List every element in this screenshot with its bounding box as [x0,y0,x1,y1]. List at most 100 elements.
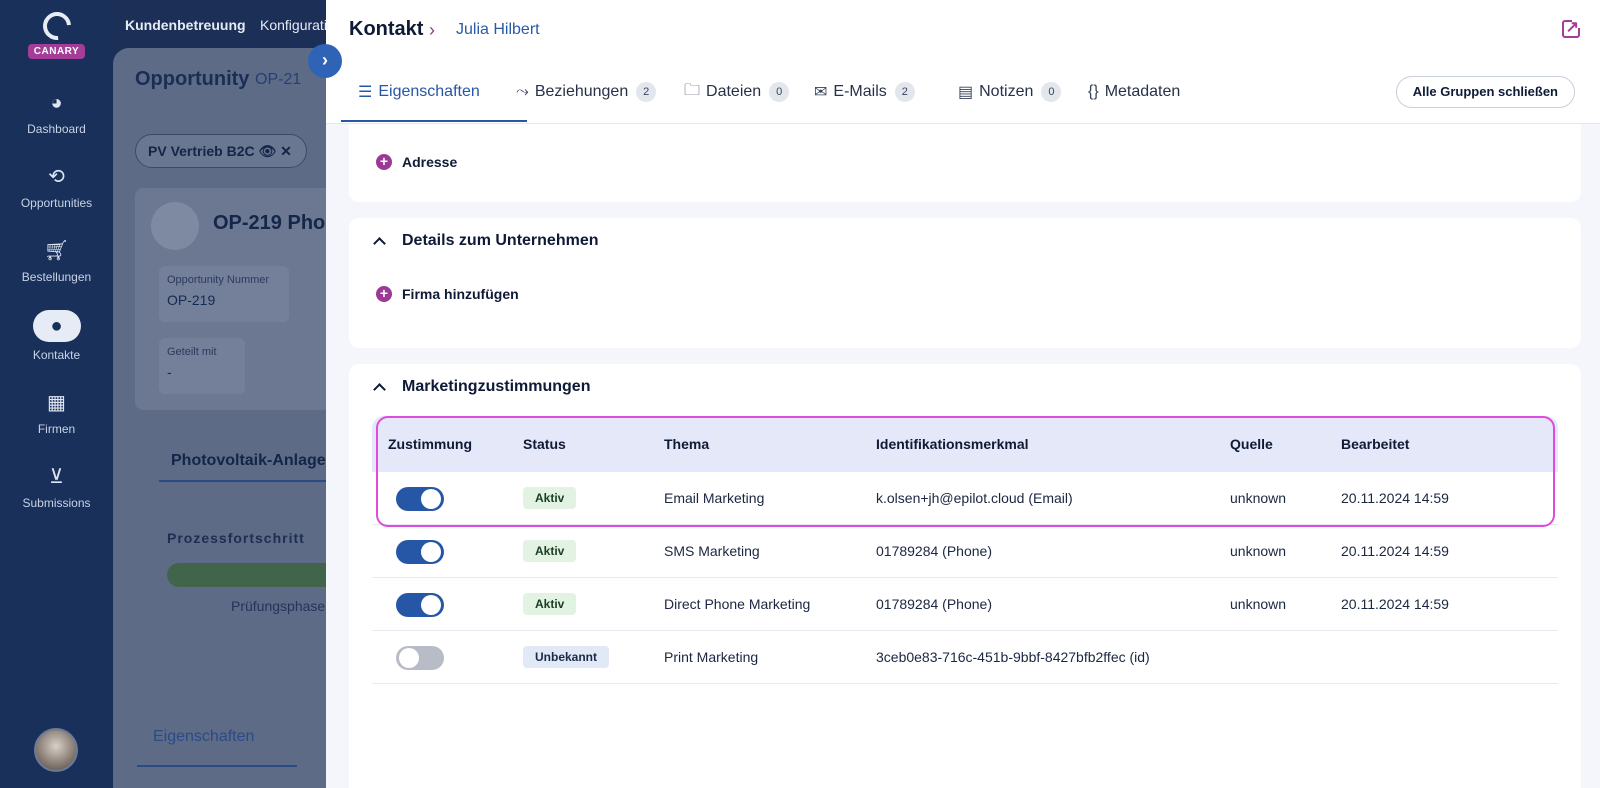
nav-item-bestellungen[interactable]: 🛒︎ Bestellungen [0,238,113,284]
column-header-quelle: Quelle [1230,436,1273,452]
chevron-up-icon [373,236,386,250]
plus-icon: + [376,286,392,302]
toggle-knob [421,595,441,615]
nav-item-kontakte[interactable]: ● Kontakte [0,310,113,362]
consents-table: Zustimmung Status Thema Identifikationsm… [372,416,1558,684]
note-icon: ▤ [958,84,974,101]
pipeline-chip[interactable]: PV Vertrieb B2C 👁︎ ✕ [135,134,307,168]
chevron-right-icon: › [429,20,435,40]
tab-count: 2 [636,82,657,102]
sync-icon: ⟲ [48,166,65,188]
topbar-link-kundenbetreuung[interactable]: Kundenbetreuung [125,17,246,33]
group-title: Marketingzustimmungen [402,378,591,395]
tab-notizen[interactable]: ▤ Notizen 0 [958,80,1062,104]
pie-chart-icon: ◕ [50,92,63,114]
identifier-cell: 01789284 (Phone) [876,543,992,559]
edited-cell: 20.11.2024 14:59 [1341,596,1449,612]
column-header-thema: Thema [664,436,710,452]
tab-beziehungen[interactable]: ⤳ Beziehungen 2 [516,80,657,104]
topbar-link-konfiguration[interactable]: Konfiguratio [260,17,335,33]
tab-label: Beziehungen [534,83,629,100]
consent-toggle[interactable] [396,646,444,670]
tab-metadaten[interactable]: {} Metadaten [1088,80,1180,104]
table-row: Aktiv Email Marketing k.olsen+jh@epilot.… [372,472,1558,525]
background-app: Kundenbetreuung Konfiguratio Opportunity… [113,0,395,788]
opportunity-title: OP-219 Pho [213,212,326,234]
table-row: Aktiv SMS Marketing 01789284 (Phone) unk… [372,525,1558,578]
brand[interactable]: CANARY [0,6,113,59]
nav-item-submissions[interactable]: ⊻ Submissions [0,464,113,510]
chevron-up-icon [373,382,386,396]
folder-icon: 🗀︎ [684,81,701,99]
inbox-icon: ⊻ [49,466,64,488]
active-tab-underline [341,120,527,122]
column-header-zustimmung: Zustimmung [388,436,472,452]
field-value: - [167,364,172,380]
drawer-tabs: ☰ Eigenschaften ⤳ Beziehungen 2 🗀︎ Datei… [326,60,1600,124]
process-phase: Prüfungsphase [231,598,326,614]
topic-cell: Print Marketing [664,649,759,665]
contact-name-link[interactable]: Julia Hilbert [456,21,540,39]
nav-item-label: Kontakte [32,348,81,362]
identifier-cell: 01789284 (Phone) [876,596,992,612]
consent-toggle[interactable] [396,540,444,564]
nav-item-opportunities[interactable]: ⟲ Opportunities [0,164,113,210]
collapse-drawer-button[interactable]: › [308,44,342,78]
contact-drawer: Kontakt › Julia Hilbert ↗ ☰ Eigenschafte… [326,0,1600,788]
marketing-consents-group: Marketingzustimmungen Zustimmung Status … [349,364,1581,788]
table-row: Aktiv Direct Phone Marketing 01789284 (P… [372,578,1558,631]
drawer-title: Kontakt [349,18,424,40]
tab-label: Notizen [979,83,1034,100]
list-icon: ☰ [358,84,373,101]
nav-item-dashboard[interactable]: ◕ Dashboard [0,90,113,136]
add-company-button[interactable]: + Firma hinzufügen [376,286,519,302]
eye-icon: 👁︎ [258,143,277,159]
drawer-header: Kontakt › Julia Hilbert ↗ [326,0,1600,60]
source-cell: unknown [1230,490,1287,506]
tab-underline [137,765,297,767]
identifier-cell: k.olsen+jh@epilot.cloud (Email) [876,490,1073,506]
nav-item-firmen[interactable]: ▦ Firmen [0,390,113,436]
building-icon: ▦ [47,392,66,414]
tab-eigenschaften-bg[interactable]: Eigenschaften [153,728,254,746]
status-badge: Aktiv [523,593,577,615]
tab-emails[interactable]: ✉︎ E-Mails 2 [814,80,915,104]
source-cell: unknown [1230,596,1287,612]
relations-icon: ⤳ [516,83,529,100]
topic-cell: Email Marketing [664,490,765,506]
add-address-button[interactable]: + Adresse [376,154,457,170]
table-header: Zustimmung Status Thema Identifikationsm… [372,416,1558,472]
tab-underline [159,480,343,482]
company-group: Details zum Unternehmen + Firma hinzufüg… [349,218,1581,348]
close-icon: ✕ [280,143,292,159]
topic-cell: Direct Phone Marketing [664,596,811,612]
mail-icon: ✉︎ [814,84,828,101]
consent-toggle[interactable] [396,487,444,511]
toggle-knob [421,489,441,509]
identifier-cell: 3ceb0e83-716c-451b-9bbf-8427bfb2ffec (id… [876,649,1150,665]
field-label: Opportunity Nummer [167,274,270,286]
status-badge: Aktiv [523,487,577,509]
tab-eigenschaften[interactable]: ☰ Eigenschaften [358,80,480,104]
close-all-groups-button[interactable]: Alle Gruppen schließen [1395,76,1575,108]
status-badge: Unbekannt [523,646,610,668]
tab-label: Eigenschaften [378,83,480,100]
topic-cell: SMS Marketing [664,543,760,559]
field-opportunity-number: Opportunity Nummer OP-219 [159,266,289,322]
chevron-right-icon: › [322,50,328,70]
nav-item-label: Opportunities [20,196,93,210]
company-group-header[interactable]: Details zum Unternehmen [369,232,598,250]
braces-icon: {} [1088,83,1099,100]
user-avatar[interactable] [34,728,78,772]
add-company-label: Firma hinzufügen [402,286,519,302]
consent-toggle[interactable] [396,593,444,617]
tab-photovoltaik[interactable]: Photovoltaik-Anlage [171,452,326,470]
plus-icon: + [376,154,392,170]
add-address-label: Adresse [402,154,458,170]
tab-dateien[interactable]: 🗀︎ Dateien 0 [684,80,790,104]
tab-count: 0 [769,82,790,102]
marketing-group-header[interactable]: Marketingzustimmungen [369,378,590,396]
field-shared-with: Geteilt mit - [159,338,245,394]
opportunity-icon [151,202,199,250]
field-label: Geteilt mit [167,346,217,358]
